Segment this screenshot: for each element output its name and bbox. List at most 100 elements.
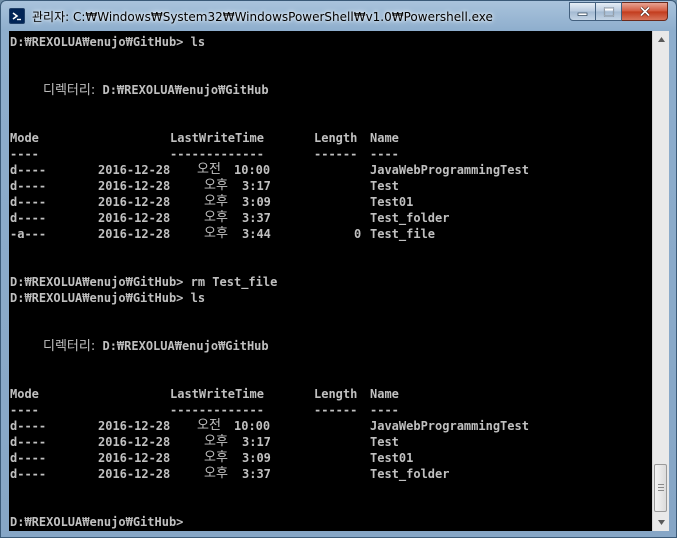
- row-time: 10:00: [234, 163, 271, 177]
- directory-path: D:₩REXOLUA₩enujo₩GitHub: [102, 339, 269, 353]
- row-time: 3:09: [242, 195, 271, 209]
- underline-lastwritetime: -------------: [170, 403, 264, 417]
- powershell-icon[interactable]: [9, 8, 25, 24]
- row-ampm: 오후: [204, 210, 228, 225]
- row-ampm: 오후: [204, 226, 228, 241]
- header-lastwritetime: LastWriteTime: [170, 131, 264, 145]
- scroll-down-button[interactable]: [653, 514, 669, 531]
- underline-name: ----: [370, 147, 399, 161]
- header-name: Name: [370, 387, 399, 401]
- command: ls: [190, 35, 206, 49]
- row-mode: d----: [10, 419, 47, 433]
- header-mode: Mode: [10, 131, 39, 145]
- row-date: 2016-12-28: [98, 419, 171, 433]
- row-time: 3:37: [242, 211, 271, 225]
- console-output[interactable]: D:₩REXOLUA₩enujo₩GitHub> ls 디렉터리: D:₩REX…: [9, 31, 652, 531]
- header-name: Name: [370, 131, 399, 145]
- arrow-down-icon: [657, 520, 665, 525]
- grip-line: [658, 484, 664, 485]
- directory-label: 디렉터리:: [43, 339, 96, 354]
- powershell-window: 관리자: C:₩Windows₩System32₩WindowsPowerShe…: [0, 0, 677, 538]
- command: ls: [190, 291, 206, 305]
- row-ampm: 오후: [204, 450, 228, 465]
- grip-line: [658, 490, 664, 491]
- row-ampm: 오전: [197, 162, 221, 177]
- prompt: D:₩REXOLUA₩enujo₩GitHub>: [10, 291, 184, 305]
- title-bar[interactable]: 관리자: C:₩Windows₩System32₩WindowsPowerShe…: [1, 1, 676, 31]
- row-ampm: 오후: [204, 194, 228, 209]
- row-name: Test01: [370, 195, 414, 209]
- header-length: Length: [314, 131, 358, 145]
- maximize-icon: [603, 6, 614, 17]
- row-date: 2016-12-28: [98, 179, 171, 193]
- row-time: 3:37: [242, 467, 271, 481]
- scroll-up-button[interactable]: [653, 31, 669, 48]
- row-ampm: 오후: [204, 466, 228, 481]
- header-length: Length: [314, 387, 358, 401]
- directory-line: 디렉터리: D:₩REXOLUA₩enujo₩GitHub: [43, 82, 269, 98]
- row-name: JavaWebProgrammingTest: [370, 163, 529, 177]
- arrow-up-icon: [657, 37, 665, 42]
- header-mode: Mode: [10, 387, 39, 401]
- row-mode: d----: [10, 163, 47, 177]
- row-time: 3:17: [242, 179, 271, 193]
- row-mode: d----: [10, 467, 47, 481]
- row-name: Test_folder: [370, 211, 450, 225]
- underline-lastwritetime: -------------: [170, 147, 264, 161]
- prompt-line: D:₩REXOLUA₩enujo₩GitHub> ls: [10, 34, 205, 50]
- underline-name: ----: [370, 403, 399, 417]
- prompt: D:₩REXOLUA₩enujo₩GitHub>: [10, 275, 184, 289]
- row-time: 3:44: [242, 227, 271, 241]
- row-date: 2016-12-28: [98, 211, 171, 225]
- minimize-button[interactable]: [569, 2, 596, 21]
- row-name: Test01: [370, 451, 414, 465]
- row-mode: d----: [10, 195, 47, 209]
- row-mode: d----: [10, 451, 47, 465]
- vertical-scrollbar[interactable]: [652, 31, 669, 531]
- row-time: 3:17: [242, 435, 271, 449]
- row-name: Test: [370, 179, 399, 193]
- row-length: 0: [354, 227, 362, 241]
- directory-label: 디렉터리:: [43, 83, 96, 98]
- prompt-line: D:₩REXOLUA₩enujo₩GitHub> ls: [10, 290, 205, 306]
- row-date: 2016-12-28: [98, 195, 171, 209]
- row-mode: -a---: [10, 227, 47, 241]
- prompt-line: D:₩REXOLUA₩enujo₩GitHub> rm Test_file: [10, 274, 277, 290]
- maximize-button[interactable]: [596, 2, 622, 21]
- row-ampm: 오전: [197, 418, 221, 433]
- underline-length: ------: [314, 147, 358, 161]
- directory-line: 디렉터리: D:₩REXOLUA₩enujo₩GitHub: [43, 338, 269, 354]
- directory-path: D:₩REXOLUA₩enujo₩GitHub: [102, 83, 269, 97]
- row-name: Test_folder: [370, 467, 450, 481]
- window-title: 관리자: C:₩Windows₩System32₩WindowsPowerShe…: [32, 10, 493, 24]
- row-name: Test_file: [370, 227, 436, 241]
- row-name: JavaWebProgrammingTest: [370, 419, 529, 433]
- close-icon: [639, 6, 650, 17]
- row-mode: d----: [10, 179, 47, 193]
- row-time: 3:09: [242, 451, 271, 465]
- command: rm Test_file: [190, 275, 278, 289]
- row-mode: d----: [10, 435, 47, 449]
- row-ampm: 오후: [204, 178, 228, 193]
- header-lastwritetime: LastWriteTime: [170, 387, 264, 401]
- window-controls: [569, 2, 668, 21]
- prompt: D:₩REXOLUA₩enujo₩GitHub>: [10, 515, 184, 529]
- scrollbar-thumb[interactable]: [654, 464, 667, 512]
- row-date: 2016-12-28: [98, 227, 171, 241]
- row-ampm: 오후: [204, 434, 228, 449]
- row-date: 2016-12-28: [98, 163, 171, 177]
- row-mode: d----: [10, 211, 47, 225]
- underline-length: ------: [314, 403, 358, 417]
- close-button[interactable]: [622, 2, 668, 21]
- grip-line: [658, 487, 664, 488]
- prompt: D:₩REXOLUA₩enujo₩GitHub>: [10, 35, 184, 49]
- row-time: 10:00: [234, 419, 271, 433]
- row-date: 2016-12-28: [98, 451, 171, 465]
- row-date: 2016-12-28: [98, 435, 171, 449]
- row-date: 2016-12-28: [98, 467, 171, 481]
- underline-mode: ----: [10, 147, 39, 161]
- row-name: Test: [370, 435, 399, 449]
- underline-mode: ----: [10, 403, 39, 417]
- prompt-line: D:₩REXOLUA₩enujo₩GitHub>: [10, 514, 183, 530]
- minimize-icon: [577, 12, 588, 16]
